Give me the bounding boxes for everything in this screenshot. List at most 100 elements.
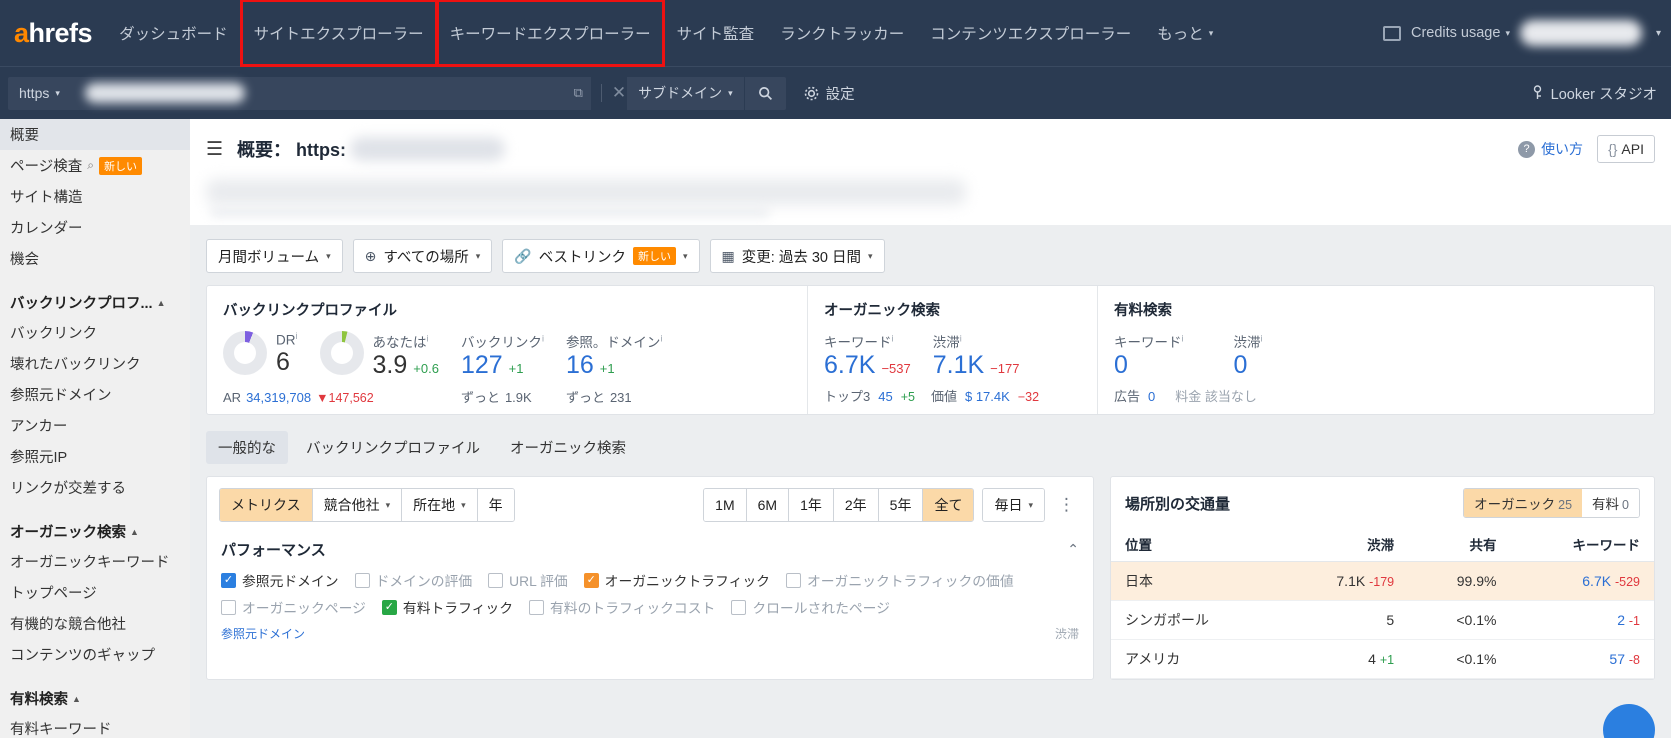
nav-link-5[interactable]: コンテンツエクスプローラー: [917, 0, 1144, 66]
hamburger-icon[interactable]: ☰: [206, 138, 223, 161]
organic-traffic-metric[interactable]: 渋滞i 7.1K −177: [933, 331, 1020, 380]
paid-traffic-metric[interactable]: 渋滞i 0: [1234, 331, 1263, 380]
filter-chip-1[interactable]: ⊕ すべての場所 ▾: [352, 239, 493, 273]
sidebar-item-15[interactable]: オーガニックキーワード: [0, 546, 190, 577]
checkbox-icon[interactable]: [529, 599, 545, 615]
metric-checkbox-7[interactable]: 有料のトラフィックコスト: [529, 597, 715, 617]
sidebar-item-8[interactable]: 壊れたバックリンク: [0, 348, 190, 379]
sidebar-item-11[interactable]: 参照元IP: [0, 441, 190, 472]
chart-control-3[interactable]: 年: [477, 489, 514, 521]
tab-1[interactable]: バックリンクプロファイル: [294, 431, 492, 464]
organic-keywords-metric[interactable]: キーワードi 6.7K −537: [824, 331, 911, 380]
url-input[interactable]: ⧉: [70, 76, 591, 110]
nav-link-6[interactable]: もっと ▾: [1144, 0, 1226, 66]
checkbox-icon[interactable]: [354, 572, 370, 588]
credits-usage-menu[interactable]: Credits usage ▾: [1411, 25, 1510, 41]
sidebar-item-7[interactable]: バックリンク: [0, 317, 190, 348]
external-link-icon[interactable]: ⧉: [574, 85, 583, 101]
time-range-1年[interactable]: 1年: [789, 489, 834, 521]
table-row[interactable]: シンガポール 5 <0.1% 2 -1: [1111, 600, 1654, 640]
chart-control-0[interactable]: メトリクス: [220, 489, 313, 521]
sidebar-item-0[interactable]: 概要: [0, 119, 190, 150]
column-header-3[interactable]: キーワード: [1510, 527, 1654, 562]
nav-link-0[interactable]: ダッシュボード: [106, 0, 241, 66]
api-button[interactable]: {} API: [1597, 135, 1655, 163]
metric-checkbox-0[interactable]: 参照元ドメイン: [221, 570, 339, 590]
sidebar-item-10[interactable]: アンカー: [0, 410, 190, 441]
sidebar-item-4[interactable]: 機会: [0, 243, 190, 274]
chevron-up-icon[interactable]: ⌃: [1067, 541, 1079, 558]
metric-checkbox-1[interactable]: ドメインの評価: [354, 570, 472, 590]
sidebar-item-2[interactable]: サイト構造: [0, 181, 190, 212]
protocol-selector[interactable]: https ▾: [8, 76, 71, 110]
sidebar-item-16[interactable]: トップページ: [0, 577, 190, 608]
chart-control-2[interactable]: 所在地 ▾: [402, 489, 478, 521]
filter-chip-2[interactable]: 🔗 ベストリンク 新しい ▾: [502, 239, 700, 273]
sidebar-item-18[interactable]: コンテンツのギャップ: [0, 639, 190, 670]
sidebar-item-12[interactable]: リンクが交差する: [0, 472, 190, 503]
time-range-5年[interactable]: 5年: [878, 489, 924, 521]
metric-checkbox-6[interactable]: 有料トラフィック: [381, 597, 513, 617]
account-name-redacted[interactable]: [1519, 20, 1642, 46]
time-range-6M[interactable]: 6M: [746, 489, 790, 521]
traffic-toggle-0[interactable]: オーガニック 25: [1464, 489, 1583, 517]
time-range-2年[interactable]: 2年: [833, 489, 879, 521]
search-button[interactable]: [743, 76, 786, 110]
dr-metric[interactable]: DRi 6: [223, 331, 298, 376]
backlinks-metric[interactable]: バックリンクi 127 +1 ずっと 1.9K: [461, 331, 544, 406]
granularity-selector[interactable]: 毎日 ▾: [982, 488, 1045, 522]
metric-checkbox-3[interactable]: オーガニックトラフィック: [583, 570, 770, 590]
scope-selector[interactable]: サブドメイン ▾: [626, 76, 744, 110]
nav-link-2[interactable]: キーワードエクスプローラー: [435, 0, 665, 67]
time-range-全て[interactable]: 全て: [923, 489, 974, 521]
traffic-toggle-1[interactable]: 有料 0: [1582, 489, 1639, 517]
checkbox-icon[interactable]: [583, 572, 599, 588]
metric-checkbox-4[interactable]: オーガニックトラフィックの価値: [785, 570, 1014, 590]
tab-0[interactable]: 一般的な: [206, 431, 288, 464]
close-icon[interactable]: ✕: [612, 83, 626, 103]
nav-link-1[interactable]: サイトエクスプローラー: [239, 0, 438, 67]
tab-2[interactable]: オーガニック検索: [498, 431, 638, 464]
metric-checkbox-2[interactable]: URL 評価: [488, 570, 568, 590]
ur-metric[interactable]: あなたはi 3.9 +0.6: [319, 331, 439, 380]
nav-link-4[interactable]: ランクトラッカー: [767, 0, 917, 66]
cell-location: アメリカ: [1111, 639, 1280, 679]
paid-keywords-metric[interactable]: キーワードi 0: [1114, 331, 1184, 380]
filter-chip-3[interactable]: ▦ 変更: 過去 30 日間 ▾: [709, 239, 885, 273]
sidebar-item-9[interactable]: 参照元ドメイン: [0, 379, 190, 410]
account-chevron-down-icon[interactable]: ▾: [1656, 28, 1661, 39]
ref-domains-metric[interactable]: 参照。ドメインi 16 +1 ずっと 231: [566, 331, 663, 406]
monitor-icon[interactable]: [1382, 25, 1401, 41]
sidebar-item-1[interactable]: ページ検査 ⌕ 新しい: [0, 150, 190, 181]
checkbox-icon[interactable]: [731, 599, 747, 615]
time-range-1M[interactable]: 1M: [704, 489, 747, 521]
checkbox-icon[interactable]: [381, 599, 397, 615]
more-options-icon[interactable]: ⋮: [1053, 495, 1081, 515]
sidebar-item-21[interactable]: 有料キーワード: [0, 713, 190, 738]
table-row[interactable]: 日本 7.1K -179 99.9% 6.7K -529: [1111, 561, 1654, 601]
checkbox-icon[interactable]: [785, 572, 801, 588]
sidebar-item-3[interactable]: カレンダー: [0, 212, 190, 243]
sidebar-item-6[interactable]: バックリンクプロフ... ▲: [0, 286, 190, 317]
filter-chip-0[interactable]: 月間ボリューム ▾: [206, 239, 343, 273]
column-header-0[interactable]: 位置: [1111, 527, 1280, 562]
sidebar-item-17[interactable]: 有機的な競合他社: [0, 608, 190, 639]
column-header-1[interactable]: 渋滞: [1279, 527, 1409, 562]
granularity-option[interactable]: 毎日 ▾: [983, 489, 1044, 521]
looker-studio-link[interactable]: Looker スタジオ: [1531, 83, 1671, 104]
ahrefs-logo[interactable]: ahrefs: [8, 18, 106, 49]
chart-control-1[interactable]: 競合他社 ▾: [312, 489, 403, 521]
metric-checkbox-5[interactable]: オーガニックページ: [221, 597, 366, 617]
metric-checkbox-8[interactable]: クロールされたページ: [731, 597, 890, 617]
checkbox-icon[interactable]: [488, 572, 504, 588]
support-chat-button[interactable]: [1603, 704, 1655, 738]
sidebar-item-20[interactable]: 有料検索 ▲: [0, 682, 190, 713]
table-row[interactable]: アメリカ 4 +1 <0.1% 57 -8: [1111, 639, 1654, 679]
nav-link-3[interactable]: サイト監査: [664, 0, 768, 66]
settings-button[interactable]: 設定: [804, 83, 855, 104]
checkbox-icon[interactable]: [221, 572, 236, 588]
checkbox-icon[interactable]: [221, 599, 236, 615]
column-header-2[interactable]: 共有: [1408, 527, 1511, 562]
sidebar-item-14[interactable]: オーガニック検索 ▲: [0, 515, 190, 546]
how-to-link[interactable]: ? 使い方: [1518, 139, 1583, 159]
